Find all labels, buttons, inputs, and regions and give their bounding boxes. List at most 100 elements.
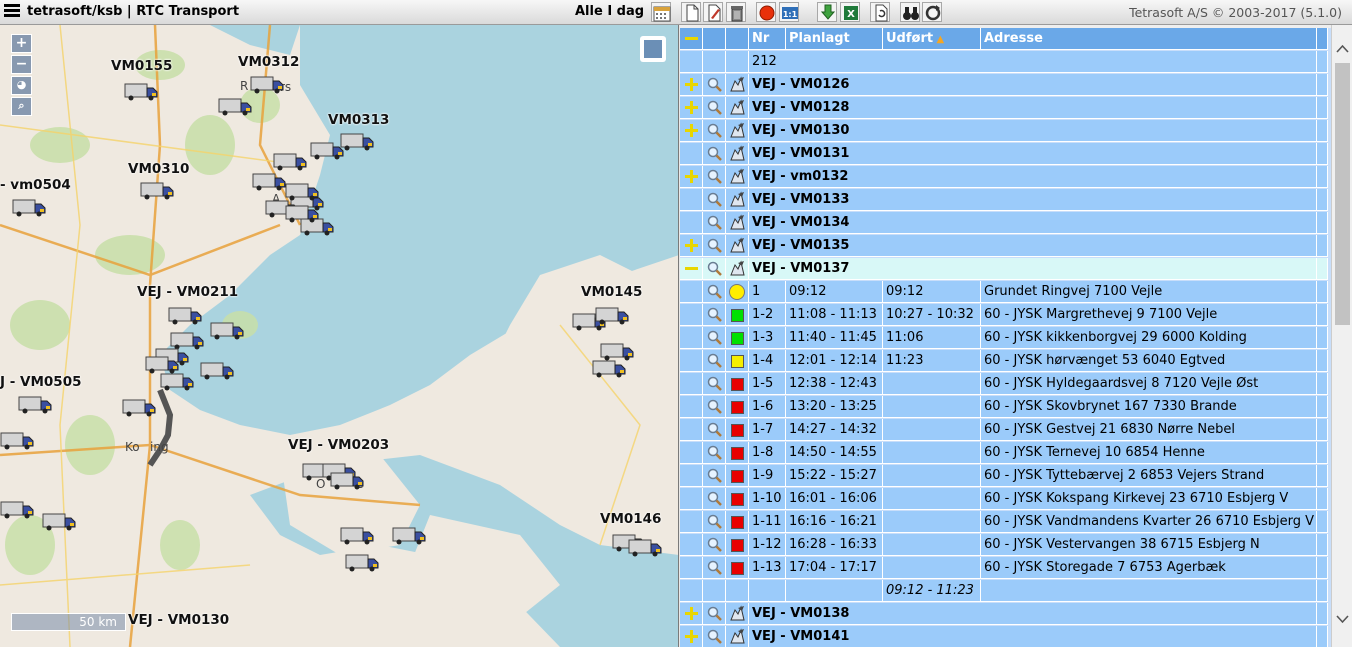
magnifier-icon[interactable] xyxy=(706,306,723,325)
zoom-to-vehicle-cell[interactable] xyxy=(703,626,726,647)
vehicle-group-row[interactable]: VEJ - VM0141 xyxy=(680,626,1328,647)
vehicle-label[interactable]: J - VM0505 xyxy=(0,374,81,390)
stop-row[interactable]: 1-6 13:20 - 13:25 60 - JYSK Skovbrynet 167… xyxy=(680,396,1328,419)
layer-switcher-button[interactable] xyxy=(640,36,666,62)
zoom-to-stop-cell[interactable] xyxy=(703,534,726,556)
vehicle-group-row[interactable]: VEJ - VM0135 xyxy=(680,235,1328,258)
route-map-icon[interactable] xyxy=(729,145,746,164)
collapse-all-icon[interactable] xyxy=(685,32,698,45)
vehicle-label[interactable]: VM0313 xyxy=(328,112,389,128)
scroll-up-arrow-icon[interactable] xyxy=(1336,43,1349,55)
magnifier-icon[interactable] xyxy=(706,99,723,118)
expand-toggle-cell[interactable] xyxy=(680,626,703,647)
truck-icon[interactable] xyxy=(592,360,626,378)
zoom-to-stop-cell[interactable] xyxy=(703,373,726,395)
zoom-to-stop-cell[interactable] xyxy=(703,488,726,510)
vehicle-label[interactable]: VM0155 xyxy=(111,58,172,74)
magnifier-icon[interactable] xyxy=(706,421,723,440)
truck-icon[interactable] xyxy=(252,173,286,191)
truck-icon[interactable] xyxy=(285,183,319,201)
zoom-to-stop-cell[interactable] xyxy=(703,511,726,533)
zoom-to-vehicle-cell[interactable] xyxy=(703,235,726,257)
stop-row[interactable]: 1-12 16:28 - 16:33 60 - JYSK Vestervangen … xyxy=(680,534,1328,557)
zoom-to-stop-cell[interactable] xyxy=(703,557,726,579)
show-route-cell[interactable] xyxy=(726,120,749,142)
expand-icon[interactable] xyxy=(685,630,698,643)
route-map-icon[interactable] xyxy=(729,99,746,118)
vehicle-label[interactable]: VM0145 xyxy=(581,284,642,300)
vehicle-group-row[interactable]: VEJ - VM0138 xyxy=(680,603,1328,626)
zoom-in-button[interactable]: + xyxy=(11,34,32,53)
truck-icon[interactable] xyxy=(168,307,202,325)
truck-icon[interactable] xyxy=(0,432,34,450)
expand-toggle-cell[interactable] xyxy=(680,258,703,280)
show-route-cell[interactable] xyxy=(726,258,749,280)
expand-icon[interactable] xyxy=(685,239,698,252)
truck-icon[interactable] xyxy=(392,527,426,545)
show-route-cell[interactable] xyxy=(726,166,749,188)
show-route-cell[interactable] xyxy=(726,603,749,625)
truck-icon[interactable] xyxy=(145,356,179,374)
magnifier-icon[interactable] xyxy=(706,559,723,578)
edit-icon[interactable] xyxy=(703,2,723,22)
magnifier-icon[interactable] xyxy=(706,398,723,417)
magnifier-icon[interactable] xyxy=(706,214,723,233)
magnifier-icon[interactable] xyxy=(706,513,723,532)
show-route-cell[interactable] xyxy=(726,97,749,119)
zoom-to-stop-cell[interactable] xyxy=(703,419,726,441)
zoom-to-stop-cell[interactable] xyxy=(703,327,726,349)
excel-icon[interactable]: X xyxy=(840,2,860,22)
refresh-icon[interactable] xyxy=(870,2,890,22)
zoom-to-vehicle-cell[interactable] xyxy=(703,603,726,625)
expand-toggle-cell[interactable] xyxy=(680,166,703,188)
expand-toggle-cell[interactable] xyxy=(680,603,703,625)
show-route-cell[interactable] xyxy=(726,212,749,234)
truck-icon[interactable] xyxy=(340,527,374,545)
magnifier-icon[interactable] xyxy=(706,352,723,371)
truck-icon[interactable] xyxy=(42,513,76,531)
stop-row[interactable]: 1-7 14:27 - 14:32 60 - JYSK Gestvej 21 683… xyxy=(680,419,1328,442)
stop-row[interactable]: 1-2 11:08 - 11:13 10:27 - 10:32 60 - JYSK M… xyxy=(680,304,1328,327)
route-map-icon[interactable] xyxy=(729,168,746,187)
stop-row[interactable]: 1-8 14:50 - 14:55 60 - JYSK Ternevej 10 68… xyxy=(680,442,1328,465)
truck-icon[interactable] xyxy=(600,343,634,361)
delete-icon[interactable] xyxy=(726,2,746,22)
expand-icon[interactable] xyxy=(685,124,698,137)
zoom-to-vehicle-cell[interactable] xyxy=(703,74,726,96)
magnifier-icon[interactable] xyxy=(706,444,723,463)
vehicle-label[interactable]: VEJ - VM0211 xyxy=(137,284,238,300)
vertical-scrollbar[interactable] xyxy=(1331,25,1352,647)
magnifier-icon[interactable] xyxy=(706,260,723,279)
truck-icon[interactable] xyxy=(0,501,34,519)
truck-icon[interactable] xyxy=(595,307,629,325)
calendar-icon[interactable] xyxy=(651,2,671,22)
zoom-search-icon[interactable]: ⌕ xyxy=(11,97,32,116)
zoom-to-vehicle-cell[interactable] xyxy=(703,212,726,234)
expand-toggle-cell[interactable] xyxy=(680,74,703,96)
truck-icon[interactable] xyxy=(140,182,174,200)
truck-icon[interactable] xyxy=(160,373,194,391)
stop-row[interactable]: 1-11 16:16 - 16:21 60 - JYSK Vandmandens K… xyxy=(680,511,1328,534)
new-document-icon[interactable] xyxy=(681,2,701,22)
truck-icon[interactable] xyxy=(628,539,662,557)
truck-icon[interactable] xyxy=(122,399,156,417)
column-header-address[interactable]: Adresse xyxy=(981,28,1317,50)
magnifier-icon[interactable] xyxy=(706,283,723,302)
stop-row[interactable]: 1-9 15:22 - 15:27 60 - JYSK Tyttebærvej 2 … xyxy=(680,465,1328,488)
download-icon[interactable] xyxy=(817,2,837,22)
vehicle-group-row[interactable]: VEJ - VM0126 xyxy=(680,74,1328,97)
collapse-icon[interactable] xyxy=(685,262,698,275)
zoom-out-button[interactable]: − xyxy=(11,55,32,74)
magnifier-icon[interactable] xyxy=(706,168,723,187)
magnifier-icon[interactable] xyxy=(706,375,723,394)
magnifier-icon[interactable] xyxy=(706,490,723,509)
column-header-nr[interactable]: Nr xyxy=(749,28,786,50)
vehicle-label[interactable]: VEJ - VM0203 xyxy=(288,437,389,453)
zoom-to-stop-cell[interactable] xyxy=(703,465,726,487)
vehicle-group-row[interactable]: VEJ - VM0137 xyxy=(680,258,1328,281)
expand-icon[interactable] xyxy=(685,78,698,91)
zoom-to-vehicle-cell[interactable] xyxy=(703,97,726,119)
show-route-cell[interactable] xyxy=(726,189,749,211)
zoom-to-stop-cell[interactable] xyxy=(703,304,726,326)
truck-icon[interactable] xyxy=(210,322,244,340)
